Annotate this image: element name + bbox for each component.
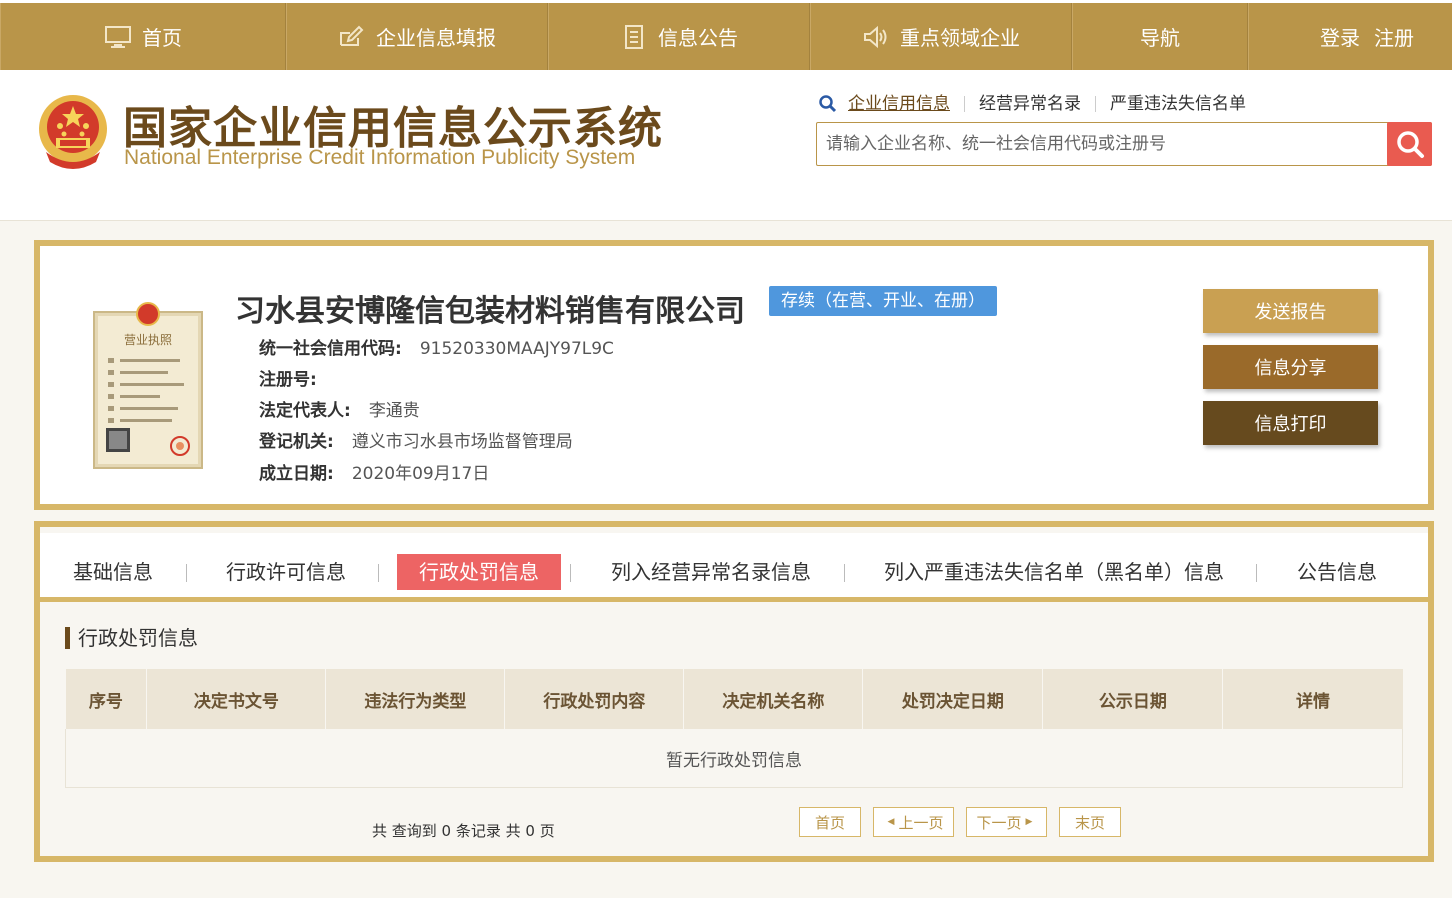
search-tabs: 企业信用信息 经营异常名录 严重违法失信名单 — [818, 94, 1260, 114]
authority-row: 登记机关: 遵义市习水县市场监督管理局 — [259, 427, 573, 452]
monitor-icon — [104, 25, 132, 49]
print-info-button[interactable]: 信息打印 — [1203, 401, 1378, 445]
top-navigation: 首页 企业信息填报 信息公告 重点领域企业 导航 登录 注册 — [0, 0, 1452, 70]
last-page-button[interactable]: 末页 — [1059, 807, 1121, 837]
license-title: 营业执照 — [124, 333, 172, 347]
nav-key-label: 重点领域企业 — [900, 26, 1020, 50]
nav-guide[interactable]: 导航 — [1072, 3, 1248, 70]
nav-report[interactable]: 企业信息填报 — [286, 3, 548, 70]
tab-divider — [186, 564, 187, 582]
col-publish-date: 公示日期 — [1042, 669, 1224, 729]
search-icon — [1396, 131, 1424, 158]
company-name: 习水县安博隆信包装材料销售有限公司 — [235, 294, 745, 329]
tab-abnormal-list[interactable]: 列入经营异常名录信息 — [611, 554, 811, 590]
send-report-button[interactable]: 发送报告 — [1203, 289, 1378, 333]
est-date-label: 成立日期: — [259, 464, 334, 484]
empty-message: 暂无行政处罚信息 — [65, 729, 1403, 788]
tab-blacklist[interactable]: 列入严重违法失信名单（黑名单）信息 — [884, 554, 1224, 590]
nav-key-enterprise[interactable]: 重点领域企业 — [810, 3, 1072, 70]
credit-code-label: 统一社会信用代码: — [259, 339, 402, 359]
table-row: 暂无行政处罚信息 — [65, 729, 1403, 788]
reg-no-row: 注册号: — [259, 365, 335, 390]
col-details: 详情 — [1222, 669, 1403, 729]
tab-admin-license[interactable]: 行政许可信息 — [226, 554, 346, 590]
info-tabs: 基础信息 行政许可信息 行政处罚信息 列入经营异常名录信息 列入严重违法失信名单… — [40, 533, 1428, 602]
triangle-right-icon: ▶ — [1025, 817, 1033, 827]
business-license-icon: 营业执照 — [93, 302, 203, 469]
nav-notice[interactable]: 信息公告 — [548, 3, 810, 70]
col-index: 序号 — [65, 669, 148, 729]
tab-announcements[interactable]: 公告信息 — [1297, 554, 1377, 590]
pagination-info: 共 查询到 0 条记录 共 0 页 — [372, 822, 555, 840]
reg-no-label: 注册号: — [259, 370, 317, 390]
site-header: 国家企业信用信息公示系统 National Enterprise Credit … — [0, 70, 1452, 221]
tab-basic-info[interactable]: 基础信息 — [73, 554, 153, 590]
national-emblem-icon — [39, 95, 107, 169]
site-subtitle: National Enterprise Credit Information P… — [124, 146, 636, 169]
credit-code-value: 91520330MAAJY97L9C — [419, 339, 614, 359]
speaker-icon — [862, 25, 890, 49]
next-page-label: 下一页 — [976, 813, 1022, 832]
search-tab-blacklist[interactable]: 严重违法失信名单 — [1096, 96, 1260, 113]
credit-code-row: 统一社会信用代码: 91520330MAAJY97L9C — [259, 334, 614, 359]
est-date-value: 2020年09月17日 — [351, 464, 490, 484]
first-page-button[interactable]: 首页 — [799, 807, 861, 837]
nav-home-label: 首页 — [142, 26, 182, 50]
penalty-table: 序号 决定书文号 违法行为类型 行政处罚内容 决定机关名称 处罚决定日期 公示日… — [65, 669, 1403, 788]
document-icon — [620, 24, 648, 49]
company-card: 营业执照 习水县安博隆信包装材料销售有限公司 存续（在营、开业、在册） 统一社会… — [34, 240, 1434, 510]
nav-report-label: 企业信息填报 — [376, 26, 496, 50]
login-link[interactable]: 登录 — [1320, 22, 1360, 51]
tab-admin-penalty[interactable]: 行政处罚信息 — [397, 554, 561, 590]
search-button[interactable] — [1387, 122, 1432, 166]
est-date-row: 成立日期: 2020年09月17日 — [259, 459, 489, 484]
prev-page-button[interactable]: ◀ 上一页 — [873, 807, 954, 837]
next-page-button[interactable]: 下一页 ▶ — [966, 807, 1047, 837]
legal-rep-label: 法定代表人: — [259, 401, 351, 421]
status-badge: 存续（在营、开业、在册） — [769, 286, 997, 316]
nav-home[interactable]: 首页 — [0, 3, 286, 70]
authority-label: 登记机关: — [259, 432, 334, 452]
search-tab-credit[interactable]: 企业信用信息 — [848, 96, 965, 113]
section-title: 行政处罚信息 — [65, 627, 198, 649]
nav-guide-label: 导航 — [1140, 26, 1180, 50]
tab-divider — [378, 564, 379, 582]
triangle-left-icon: ◀ — [887, 817, 895, 827]
legal-rep-row: 法定代表人: 李通贵 — [259, 396, 420, 421]
col-decision-date: 处罚决定日期 — [862, 669, 1044, 729]
register-link[interactable]: 注册 — [1374, 22, 1414, 51]
col-decision-no: 决定书文号 — [146, 669, 327, 729]
info-panel: 基础信息 行政许可信息 行政处罚信息 列入经营异常名录信息 列入严重违法失信名单… — [34, 521, 1434, 862]
authority-value: 遵义市习水县市场监督管理局 — [351, 432, 573, 452]
col-authority: 决定机关名称 — [683, 669, 864, 729]
col-penalty-content: 行政处罚内容 — [504, 669, 685, 729]
edit-icon — [338, 25, 366, 49]
search-box — [816, 122, 1432, 166]
prev-page-label: 上一页 — [898, 813, 944, 832]
legal-rep-value: 李通贵 — [368, 401, 420, 421]
search-tab-abnormal[interactable]: 经营异常名录 — [965, 96, 1096, 113]
share-info-button[interactable]: 信息分享 — [1203, 345, 1378, 389]
nav-account: 登录 注册 — [1248, 3, 1452, 70]
search-input[interactable] — [817, 123, 1387, 165]
tab-divider — [570, 564, 571, 582]
col-violation-type: 违法行为类型 — [325, 669, 506, 729]
search-icon — [819, 95, 837, 113]
tab-divider — [844, 564, 845, 582]
nav-notice-label: 信息公告 — [658, 26, 738, 50]
tab-divider — [1256, 564, 1257, 582]
table-header-row: 序号 决定书文号 违法行为类型 行政处罚内容 决定机关名称 处罚决定日期 公示日… — [65, 669, 1403, 729]
